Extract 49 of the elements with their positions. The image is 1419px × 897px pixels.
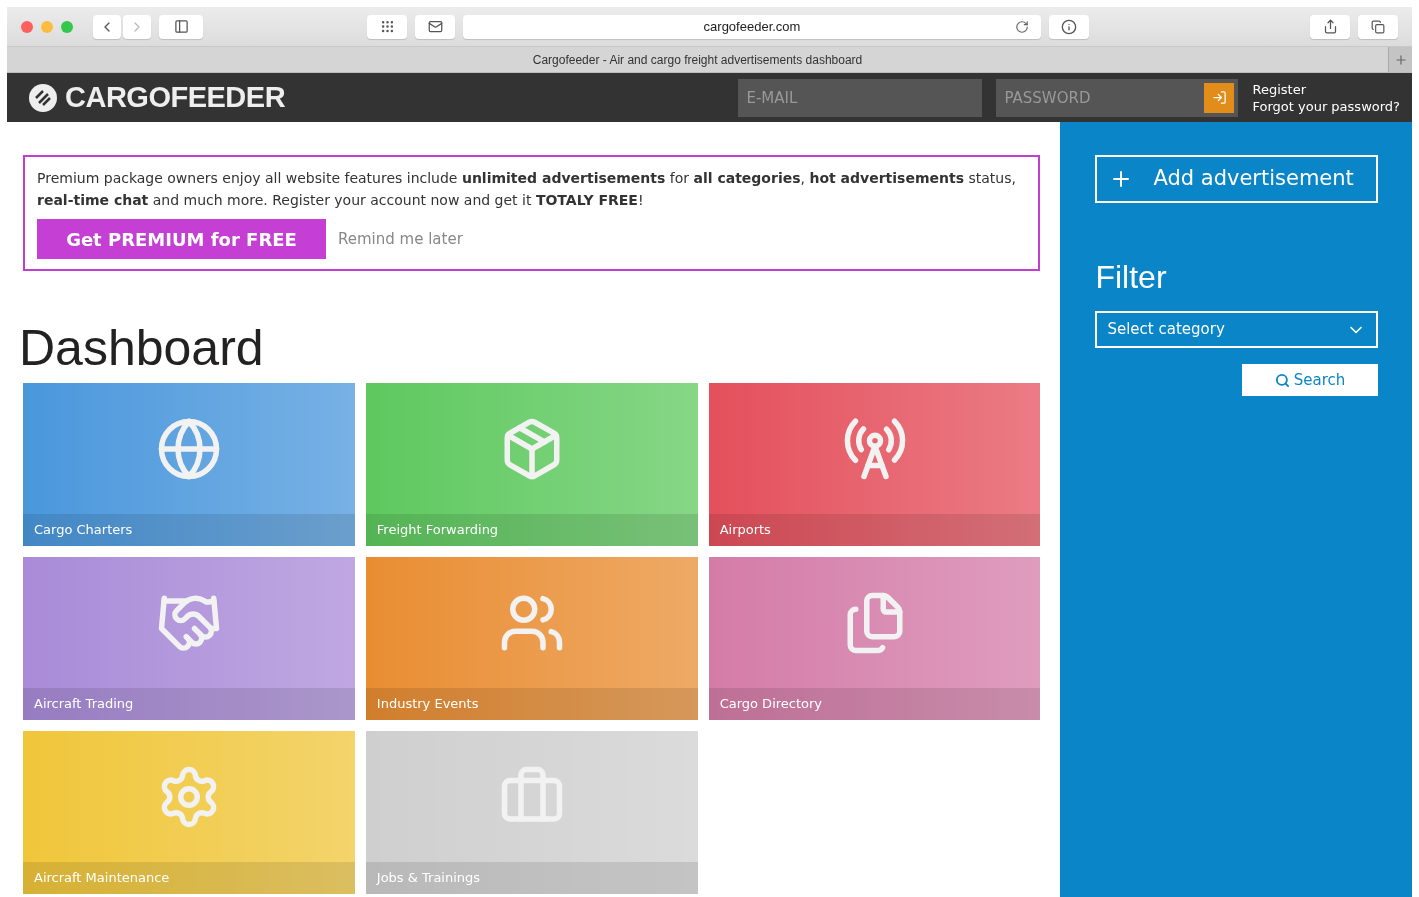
category-tile[interactable]: Aircraft Maintenance — [23, 731, 355, 894]
info-button[interactable] — [1049, 14, 1089, 39]
tabs-icon — [1371, 19, 1385, 34]
close-window-icon[interactable] — [21, 20, 33, 33]
tile-label: Freight Forwarding — [365, 514, 698, 546]
envelope-icon — [427, 19, 443, 34]
category-select[interactable]: Select category — [1095, 311, 1378, 348]
category-tile[interactable]: Airports — [708, 383, 1041, 546]
reload-icon[interactable] — [1015, 19, 1029, 34]
password-field[interactable]: PASSWORD — [996, 78, 1201, 117]
tile-label: Industry Events — [365, 688, 698, 720]
header-link[interactable]: Register — [1252, 80, 1400, 98]
email-field[interactable]: E-MAIL — [738, 78, 983, 117]
header-link[interactable]: Forgot your password? — [1252, 97, 1400, 115]
tile-label: Aircraft Trading — [23, 688, 355, 720]
grid-button[interactable] — [367, 14, 407, 39]
remind-later-link[interactable]: Remind me later — [338, 227, 463, 251]
get-premium-button[interactable]: Get PREMIUM for FREE — [37, 219, 326, 259]
search-icon — [1274, 372, 1290, 388]
share-button[interactable] — [1310, 14, 1350, 39]
sidebar-icon — [173, 19, 189, 34]
tile-label: Airports — [708, 514, 1041, 546]
back-button[interactable] — [93, 14, 121, 39]
login-button[interactable] — [1200, 78, 1239, 117]
logo-text[interactable]: CARGOFEEDER — [65, 75, 286, 120]
category-tile[interactable]: Freight Forwarding — [365, 383, 698, 546]
info-icon — [1061, 18, 1077, 35]
tabs-button[interactable] — [1358, 14, 1398, 39]
add-advertisement-button[interactable]: Add advertisement — [1095, 155, 1378, 203]
grid-icon — [379, 19, 395, 34]
filter-title: Filter — [1095, 258, 1168, 297]
category-tile[interactable]: Aircraft Trading — [23, 557, 355, 720]
category-tile[interactable]: Cargo Charters — [23, 383, 355, 546]
sidebar-button[interactable] — [159, 14, 203, 39]
tile-label: Jobs & Trainings — [365, 862, 698, 894]
plus-icon — [1393, 52, 1408, 67]
category-tile[interactable]: Cargo Directory — [708, 557, 1041, 720]
category-tile[interactable]: Industry Events — [365, 557, 698, 720]
login-icon — [1204, 82, 1235, 113]
page-title: Dashboard — [19, 319, 265, 377]
tile-label: Aircraft Maintenance — [23, 862, 355, 894]
mail-button[interactable] — [415, 14, 455, 39]
tile-label: Cargo Directory — [708, 688, 1041, 720]
share-icon — [1322, 19, 1338, 34]
search-button[interactable]: Search — [1242, 364, 1378, 396]
tile-label: Cargo Charters — [23, 514, 355, 546]
logo-icon — [29, 83, 57, 112]
address-bar[interactable]: cargofeeder.com — [463, 14, 1041, 39]
promo-text: Premium package owners enjoy all website features include unlimited advertisements for all categories, hot advertisements status, real-time chat and much more. Register your account now and get it TOTALY FREE! — [37, 169, 1017, 210]
